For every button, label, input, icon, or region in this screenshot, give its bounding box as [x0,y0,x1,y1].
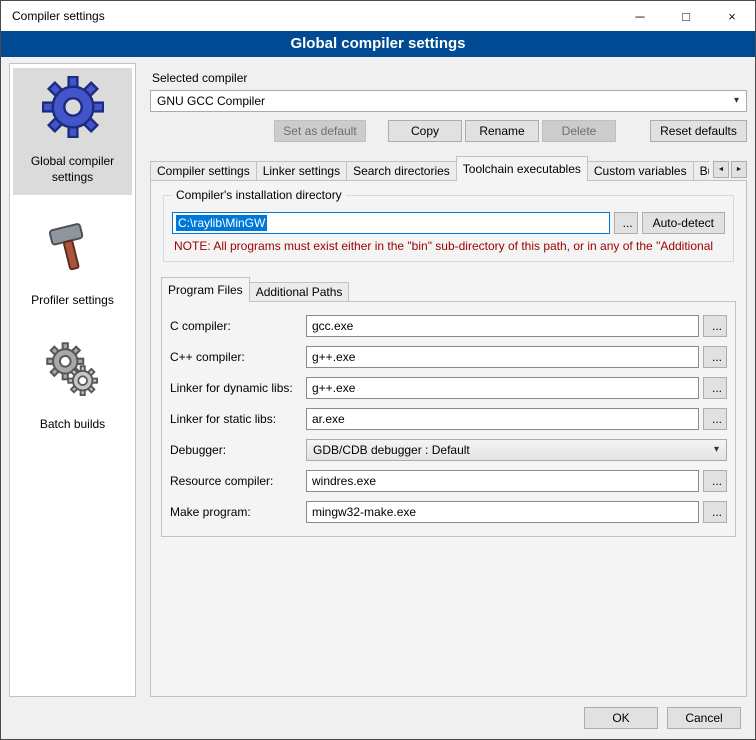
compiler-actions-row: Set as default Copy Rename Delete Reset … [150,120,747,142]
sidebar-item-batch-builds[interactable]: Batch builds [13,331,132,443]
program-files-tabstrip: Program Files Additional Paths [161,277,736,302]
rename-button[interactable]: Rename [465,120,539,142]
resource-compiler-label: Resource compiler: [170,474,306,488]
debugger-value: GDB/CDB debugger : Default [313,443,470,457]
sidebar-item-global-compiler-settings[interactable]: Global compiler settings [13,68,132,195]
static-linker-input[interactable]: ar.exe [306,408,699,430]
global-settings-header: Global compiler settings [1,31,755,57]
close-button[interactable]: × [709,1,755,31]
tab-toolchain-executables[interactable]: Toolchain executables [456,156,588,181]
cpp-compiler-input[interactable]: g++.exe [306,346,699,368]
subtab-additional-paths[interactable]: Additional Paths [249,282,350,302]
tab-scroll-arrows: ◄ ► [713,161,747,178]
form-row-cpp-compiler: C++ compiler: g++.exe ... [170,346,727,368]
dialog-footer: OK Cancel [1,701,755,739]
sidebar-item-label: Global compiler settings [15,154,130,185]
selected-text: C:\raylib\MinGW [176,215,267,231]
form-row-dynamic-linker: Linker for dynamic libs: g++.exe ... [170,377,727,399]
installation-directory-input[interactable]: C:\raylib\MinGW [172,212,610,234]
gray-gears-icon [42,339,104,401]
tab-scroll-right-button[interactable]: ► [731,161,747,178]
chevron-down-icon: ▾ [734,95,739,106]
cpp-compiler-browse-button[interactable]: ... [703,346,727,368]
installation-directory-browse-button[interactable]: ... [614,212,638,234]
maximize-button[interactable]: □ [663,1,709,31]
cpp-compiler-value: g++.exe [312,350,355,364]
debugger-select[interactable]: GDB/CDB debugger : Default ▾ [306,439,727,461]
copy-button[interactable]: Copy [388,120,462,142]
toolchain-executables-panel: Compiler's installation directory C:\ray… [150,180,747,697]
program-files-panel: C compiler: gcc.exe ... C++ compiler: g+… [161,301,736,537]
static-linker-browse-button[interactable]: ... [703,408,727,430]
make-program-browse-button[interactable]: ... [703,501,727,523]
minimize-button[interactable]: ─ [617,1,663,31]
auto-detect-button[interactable]: Auto-detect [642,212,725,234]
delete-button[interactable]: Delete [542,120,616,142]
note-text: NOTE: All programs must exist either in … [174,239,725,253]
compiler-combobox[interactable]: GNU GCC Compiler ▾ [150,90,747,112]
debugger-label: Debugger: [170,443,306,457]
installation-directory-groupbox: Compiler's installation directory C:\ray… [163,195,734,262]
sidebar-item-label: Batch builds [40,417,105,433]
tab-build-options[interactable]: Buil [693,161,709,181]
hammer-icon [42,215,104,277]
compiler-settings-window: Compiler settings ─ □ × Global compiler … [0,0,756,740]
reset-defaults-button[interactable]: Reset defaults [650,120,747,142]
tab-scroll-left-button[interactable]: ◄ [713,161,729,178]
settings-category-sidebar: Global compiler settings Profiler settin… [9,63,136,697]
settings-tabstrip: Compiler settings Linker settings Search… [150,156,747,181]
c-compiler-label: C compiler: [170,319,306,333]
ok-button[interactable]: OK [584,707,658,729]
cancel-button[interactable]: Cancel [667,707,741,729]
make-program-input[interactable]: mingw32-make.exe [306,501,699,523]
form-row-make-program: Make program: mingw32-make.exe ... [170,501,727,523]
tab-linker-settings[interactable]: Linker settings [256,161,347,181]
make-program-label: Make program: [170,505,306,519]
dynamic-linker-value: g++.exe [312,381,355,395]
compiler-combobox-value: GNU GCC Compiler [157,94,265,108]
static-linker-label: Linker for static libs: [170,412,306,426]
window-title: Compiler settings [1,1,617,31]
tabs-clip: Compiler settings Linker settings Search… [150,156,709,181]
set-as-default-button[interactable]: Set as default [274,120,366,142]
c-compiler-browse-button[interactable]: ... [703,315,727,337]
dialog-body: Global compiler settings Profiler settin… [1,57,755,701]
static-linker-value: ar.exe [312,412,345,426]
sidebar-item-profiler-settings[interactable]: Profiler settings [13,207,132,319]
installation-directory-title: Compiler's installation directory [172,188,346,202]
sidebar-item-label: Profiler settings [31,293,114,309]
form-row-resource-compiler: Resource compiler: windres.exe ... [170,470,727,492]
tab-compiler-settings[interactable]: Compiler settings [150,161,257,181]
dynamic-linker-label: Linker for dynamic libs: [170,381,306,395]
tab-custom-variables[interactable]: Custom variables [587,161,694,181]
dynamic-linker-browse-button[interactable]: ... [703,377,727,399]
form-row-c-compiler: C compiler: gcc.exe ... [170,315,727,337]
chevron-down-icon: ▾ [714,444,719,455]
c-compiler-input[interactable]: gcc.exe [306,315,699,337]
titlebar: Compiler settings ─ □ × [1,1,755,31]
form-row-debugger: Debugger: GDB/CDB debugger : Default ▾ [170,439,727,461]
selected-compiler-label: Selected compiler [152,71,747,85]
main-panel: Selected compiler GNU GCC Compiler ▾ Set… [146,63,747,697]
installation-directory-row: C:\raylib\MinGW ... Auto-detect [172,212,725,234]
blue-gear-icon [42,76,104,138]
subtab-program-files[interactable]: Program Files [161,277,250,302]
resource-compiler-input[interactable]: windres.exe [306,470,699,492]
cpp-compiler-label: C++ compiler: [170,350,306,364]
form-row-static-linker: Linker for static libs: ar.exe ... [170,408,727,430]
dynamic-linker-input[interactable]: g++.exe [306,377,699,399]
c-compiler-value: gcc.exe [312,319,353,333]
resource-compiler-browse-button[interactable]: ... [703,470,727,492]
tab-search-directories[interactable]: Search directories [346,161,457,181]
make-program-value: mingw32-make.exe [312,505,416,519]
resource-compiler-value: windres.exe [312,474,376,488]
